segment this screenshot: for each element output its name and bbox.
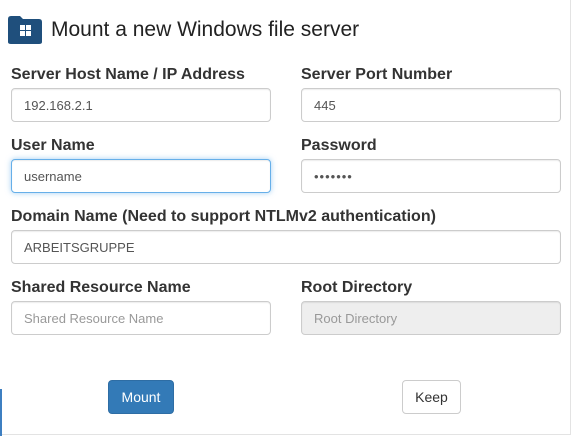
mount-dialog: Mount a new Windows file server Server H…	[0, 0, 571, 435]
domain-field: Domain Name (Need to support NTLMv2 auth…	[11, 208, 436, 226]
share-label: Shared Resource Name	[11, 279, 191, 296]
user-label: User Name	[11, 137, 95, 154]
domain-label: Domain Name (Need to support NTLMv2 auth…	[11, 208, 436, 225]
keep-button[interactable]: Keep	[402, 380, 461, 414]
root-field: Root Directory	[301, 279, 412, 297]
folder-windows-icon	[8, 16, 42, 44]
domain-input[interactable]	[11, 230, 561, 264]
dialog-title: Mount a new Windows file server	[51, 18, 360, 41]
mount-button[interactable]: Mount	[108, 380, 174, 414]
share-field: Shared Resource Name	[11, 279, 191, 297]
password-field: Password	[301, 137, 377, 155]
port-field: Server Port Number	[301, 66, 452, 84]
share-input[interactable]	[11, 301, 271, 335]
host-label: Server Host Name / IP Address	[11, 66, 245, 83]
port-label: Server Port Number	[301, 66, 453, 83]
password-input[interactable]	[301, 159, 561, 193]
port-input[interactable]	[301, 88, 561, 122]
host-input[interactable]	[11, 88, 271, 122]
dialog-header: Mount a new Windows file server	[7, 14, 359, 46]
left-edge-accent	[0, 389, 2, 436]
root-input	[301, 301, 561, 335]
password-label: Password	[301, 137, 377, 154]
host-field: Server Host Name / IP Address	[11, 66, 245, 84]
user-input[interactable]	[11, 159, 271, 193]
root-label: Root Directory	[301, 279, 413, 296]
user-field: User Name	[11, 137, 95, 155]
